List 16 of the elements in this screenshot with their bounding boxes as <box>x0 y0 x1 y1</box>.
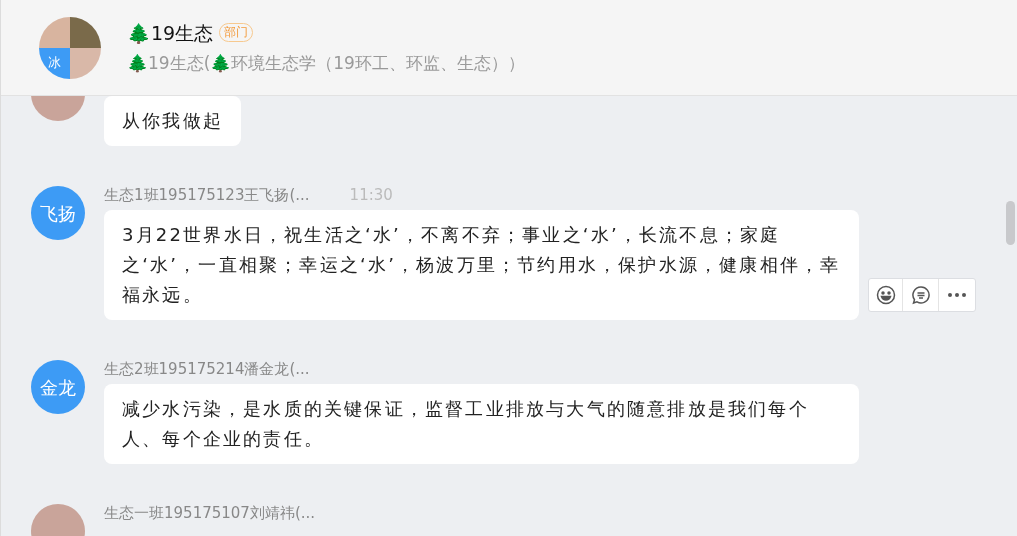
avatar-initials: 金龙 <box>31 360 85 414</box>
sender-name: 生态一班195175107刘靖祎(... <box>104 504 316 522</box>
more-icon <box>947 292 967 298</box>
avatar-initials: 飞扬 <box>31 186 85 240</box>
message-bubble: 3月22世界水日，祝生活之‘水’，不离不弃；事业之‘水’，长流不息；家庭之‘水’，一直相聚；幸运之‘水’，杨波万里；节约用水，保护水源，健康相伴，幸福永远。 <box>104 210 859 320</box>
message-bubble: 从你我做起 <box>104 96 241 146</box>
sender-name: 生态2班195175214潘金龙(... <box>104 360 310 378</box>
sender-name: 生态1班195175123王飞扬(... <box>104 186 310 204</box>
scrollbar-thumb[interactable] <box>1006 201 1015 245</box>
smiley-icon <box>875 285 896 305</box>
member-photo-placeholder <box>70 47 101 79</box>
group-title: 🌲19生态 <box>127 20 214 46</box>
group-subtitle: 🌲19生态(🌲环境生态学（19环工、环监、生态）） <box>127 52 525 75</box>
comment-icon <box>910 285 931 305</box>
message-bubble: 减少水污染，是水质的关键保证，监督工业排放与大气的随意排放是我们每个人、每个企业的责任。 <box>104 384 859 464</box>
avatar-label: 冰 <box>48 54 61 73</box>
